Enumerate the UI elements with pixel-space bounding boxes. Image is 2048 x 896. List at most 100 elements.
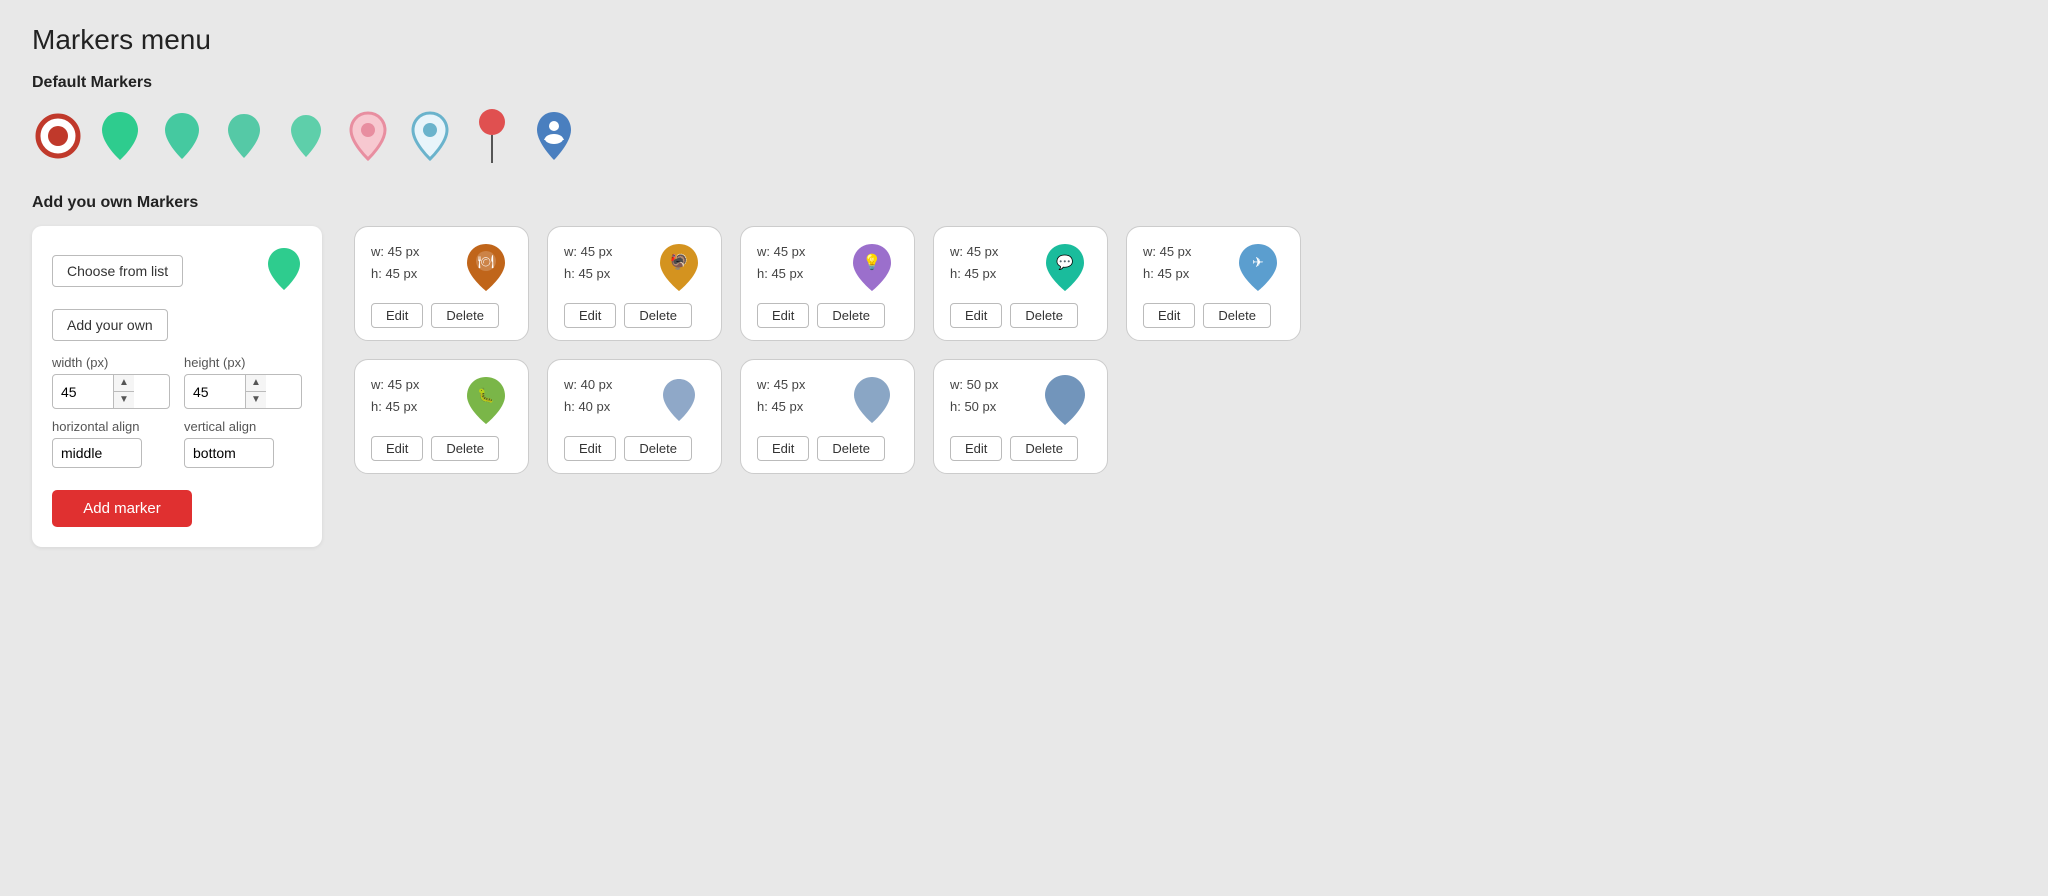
marker-card-9-top: w: 50 px h: 50 px [950,374,1091,426]
card-6-width: w: 45 px [371,374,419,396]
height-input[interactable] [185,378,245,406]
card-8-edit-btn[interactable]: Edit [757,436,809,461]
add-your-own-button[interactable]: Add your own [52,309,168,341]
svg-text:✈: ✈ [1252,254,1264,270]
add-marker-button[interactable]: Add marker [52,490,192,527]
marker-card-1-icon: 🍽 [460,241,512,293]
marker-card-5-icon: ✈ [1232,241,1284,293]
card-1-delete-btn[interactable]: Delete [431,303,499,328]
width-up-btn[interactable]: ▲ [114,375,134,392]
card-5-delete-btn[interactable]: Delete [1203,303,1271,328]
svg-text:🍽: 🍽 [478,254,495,269]
default-marker-blue-user-pin[interactable] [528,106,580,166]
card-7-height: h: 40 px [564,396,612,418]
card-5-edit-btn[interactable]: Edit [1143,303,1195,328]
card-3-edit-btn[interactable]: Edit [757,303,809,328]
marker-card-2-actions: Edit Delete [564,303,692,328]
marker-card-6: w: 45 px h: 45 px 🐛 Edit Delete [354,359,529,474]
default-marker-teal-pin4[interactable] [280,106,332,166]
add-own-section: Choose from list Add your own width (px)… [32,226,2016,547]
width-down-btn[interactable]: ▼ [114,392,134,408]
marker-card-1-top: w: 45 px h: 45 px 🍽 [371,241,512,293]
svg-text:💡: 💡 [863,253,882,271]
v-align-label: vertical align [184,419,302,434]
marker-card-5: w: 45 px h: 45 px ✈ Edit Delete [1126,226,1301,341]
card-7-width: w: 40 px [564,374,612,396]
card-5-width: w: 45 px [1143,241,1191,263]
card-8-delete-btn[interactable]: Delete [817,436,885,461]
default-marker-blue-pin-outlined[interactable] [404,106,456,166]
card-7-edit-btn[interactable]: Edit [564,436,616,461]
marker-card-3-info: w: 45 px h: 45 px [757,241,805,285]
marker-card-4-top: w: 45 px h: 45 px 💬 [950,241,1091,293]
card-9-delete-btn[interactable]: Delete [1010,436,1078,461]
card-1-edit-btn[interactable]: Edit [371,303,423,328]
h-align-label: horizontal align [52,419,170,434]
width-spinner[interactable]: ▲ ▼ [52,374,170,409]
card-3-delete-btn[interactable]: Delete [817,303,885,328]
default-marker-teal-pin3[interactable] [218,106,270,166]
height-group: height (px) ▲ ▼ [184,355,302,409]
height-down-btn[interactable]: ▼ [246,392,266,408]
marker-card-8-top: w: 45 px h: 45 px [757,374,898,426]
marker-card-5-info: w: 45 px h: 45 px [1143,241,1191,285]
card-1-width: w: 45 px [371,241,419,263]
marker-card-7: w: 40 px h: 40 px Edit Delete [547,359,722,474]
height-up-btn[interactable]: ▲ [246,375,266,392]
marker-card-8-icon [846,374,898,426]
card-6-delete-btn[interactable]: Delete [431,436,499,461]
height-spinner[interactable]: ▲ ▼ [184,374,302,409]
card-4-height: h: 45 px [950,263,998,285]
marker-card-6-top: w: 45 px h: 45 px 🐛 [371,374,512,426]
marker-card-8-actions: Edit Delete [757,436,885,461]
card-3-width: w: 45 px [757,241,805,263]
card-4-delete-btn[interactable]: Delete [1010,303,1078,328]
default-marker-red-circle[interactable] [32,106,84,166]
card-2-edit-btn[interactable]: Edit [564,303,616,328]
default-marker-pink-pin[interactable] [342,106,394,166]
card-6-edit-btn[interactable]: Edit [371,436,423,461]
h-align-input[interactable] [52,438,142,468]
marker-card-1-actions: Edit Delete [371,303,499,328]
height-label: height (px) [184,355,302,370]
marker-card-3: w: 45 px h: 45 px 💡 Edit Delete [740,226,915,341]
top-btn-row: Choose from list [52,246,302,295]
card-8-height: h: 45 px [757,396,805,418]
width-label: width (px) [52,355,170,370]
width-group: width (px) ▲ ▼ [52,355,170,409]
marker-card-3-icon: 💡 [846,241,898,293]
default-markers-row [32,106,2016,166]
marker-card-7-info: w: 40 px h: 40 px [564,374,612,418]
marker-card-8: w: 45 px h: 45 px Edit Delete [740,359,915,474]
marker-card-1-info: w: 45 px h: 45 px [371,241,419,285]
default-marker-lollipop[interactable] [466,106,518,166]
marker-card-9-actions: Edit Delete [950,436,1078,461]
height-spinner-btns: ▲ ▼ [245,375,266,408]
card-7-delete-btn[interactable]: Delete [624,436,692,461]
marker-card-7-actions: Edit Delete [564,436,692,461]
choose-from-list-button[interactable]: Choose from list [52,255,183,287]
align-row: horizontal align vertical align [52,419,302,468]
marker-card-4-info: w: 45 px h: 45 px [950,241,998,285]
marker-card-9-icon [1039,374,1091,426]
card-4-edit-btn[interactable]: Edit [950,303,1002,328]
card-2-delete-btn[interactable]: Delete [624,303,692,328]
h-align-group: horizontal align [52,419,170,468]
card-9-edit-btn[interactable]: Edit [950,436,1002,461]
marker-card-9: w: 50 px h: 50 px Edit Delete [933,359,1108,474]
width-input[interactable] [53,378,113,406]
v-align-group: vertical align [184,419,302,468]
v-align-input[interactable] [184,438,274,468]
marker-card-4: w: 45 px h: 45 px 💬 Edit Delete [933,226,1108,341]
marker-card-6-info: w: 45 px h: 45 px [371,374,419,418]
default-marker-teal-pin2[interactable] [156,106,208,166]
dimension-row: width (px) ▲ ▼ height (px) ▲ ▼ [52,355,302,409]
default-marker-green-pin1[interactable] [94,106,146,166]
marker-card-2-info: w: 45 px h: 45 px [564,241,612,285]
marker-card-7-top: w: 40 px h: 40 px [564,374,705,426]
card-1-height: h: 45 px [371,263,419,285]
marker-card-5-actions: Edit Delete [1143,303,1271,328]
preview-pin [266,246,302,295]
marker-card-7-icon [653,374,705,426]
markers-row-2: w: 45 px h: 45 px 🐛 Edit Delete [354,359,2016,474]
